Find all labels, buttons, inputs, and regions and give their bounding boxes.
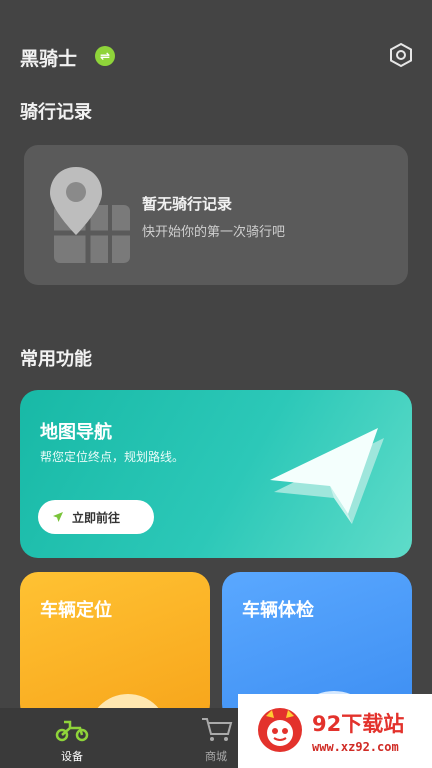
watermark-name: 92下载站 (312, 712, 405, 736)
map-navigation-subtitle: 帮您定位终点，规划路线。 (40, 450, 185, 464)
navigate-arrow-icon (53, 512, 63, 522)
app-header: 黑骑士 ⇌ (0, 0, 432, 100)
tab-device-label: 设备 (61, 750, 83, 763)
map-pin-illustration (50, 167, 130, 263)
vehicle-location-card[interactable]: 车辆定位 (20, 572, 210, 722)
go-now-button[interactable]: 立即前往 (38, 500, 154, 534)
swap-badge-icon[interactable]: ⇌ (95, 46, 115, 66)
map-navigation-title: 地图导航 (40, 422, 112, 443)
cart-icon (202, 718, 233, 741)
ride-records-heading: 骑行记录 (20, 102, 92, 123)
tab-device[interactable]: 设备 (18, 708, 126, 768)
empty-records-title: 暂无骑行记录 (142, 195, 233, 213)
map-navigation-card[interactable]: 地图导航 帮您定位终点，规划路线。 立即前往 (20, 390, 412, 558)
watermark-url: www.xz92.com (312, 740, 399, 754)
go-now-label: 立即前往 (72, 511, 121, 525)
scooter-icon (55, 720, 89, 742)
watermark-logo-icon (258, 708, 302, 752)
empty-records-subtitle: 快开始你的第一次骑行吧 (142, 225, 286, 240)
hexagon-settings-icon[interactable] (388, 42, 414, 68)
brand-title: 黑骑士 (20, 48, 78, 70)
vehicle-check-title: 车辆体检 (242, 600, 314, 621)
common-functions-heading: 常用功能 (20, 349, 92, 370)
site-watermark: 92下载站 www.xz92.com (238, 694, 432, 768)
ride-records-card[interactable]: 暂无骑行记录 快开始你的第一次骑行吧 (24, 145, 408, 285)
paper-plane-icon (270, 428, 384, 524)
vehicle-location-title: 车辆定位 (40, 600, 112, 621)
